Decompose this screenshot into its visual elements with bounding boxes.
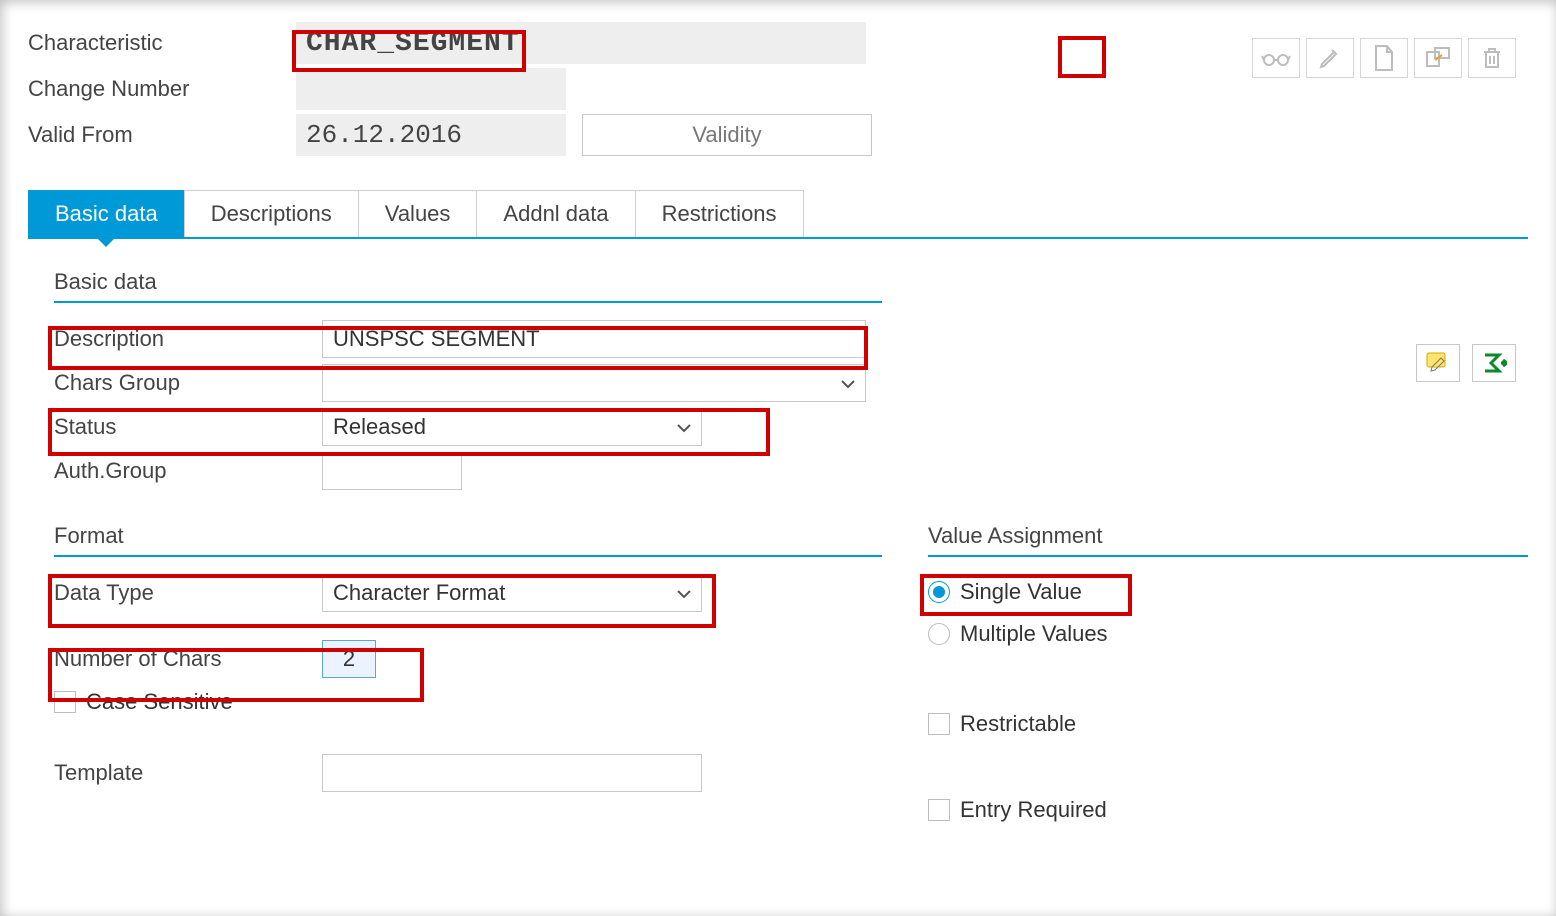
create-button[interactable] [1360, 38, 1408, 78]
field-valid-from[interactable] [296, 114, 566, 156]
panel-title-basic-data: Basic data [28, 269, 908, 295]
field-auth-group[interactable] [322, 452, 462, 490]
row-multiple-values: Multiple Values [928, 613, 1528, 655]
label-chars-group: Chars Group [54, 370, 322, 396]
sap-characteristic-screen: Characteristic Change Number Valid From … [0, 0, 1556, 916]
tab-restrictions[interactable]: Restrictions [635, 190, 804, 237]
field-data-type[interactable] [322, 574, 702, 612]
label-multiple-values: Multiple Values [960, 621, 1108, 647]
row-single-value: Single Value [928, 571, 1528, 613]
tab-basic-data[interactable]: Basic data [28, 190, 185, 237]
label-number-of-chars: Number of Chars [54, 646, 322, 672]
lower-columns: Format Data Type Number of Chars Case Se… [28, 523, 1528, 831]
object-icon [1425, 46, 1451, 70]
edit-button[interactable] [1306, 38, 1354, 78]
delete-button[interactable] [1468, 38, 1516, 78]
label-auth-group: Auth.Group [54, 458, 322, 484]
divider [54, 301, 882, 303]
field-chars-group[interactable] [322, 364, 866, 402]
field-change-number[interactable] [296, 68, 566, 110]
tab-strip: Basic data Descriptions Values Addnl dat… [28, 190, 1528, 239]
trash-icon [1481, 46, 1503, 70]
radio-single-value[interactable] [928, 581, 950, 603]
select-status[interactable] [322, 408, 702, 446]
toolbar [1252, 38, 1516, 78]
label-data-type: Data Type [54, 580, 322, 606]
select-data-type[interactable] [322, 574, 702, 612]
panel-value-assignment: Value Assignment Single Value Multiple V… [908, 523, 1528, 831]
panel-title-format: Format [28, 523, 908, 549]
tab-descriptions[interactable]: Descriptions [184, 190, 359, 237]
label-case-sensitive: Case Sensitive [86, 689, 233, 715]
select-chars-group[interactable] [322, 364, 866, 402]
tab-addnl-data[interactable]: Addnl data [476, 190, 635, 237]
checkbox-restrictable[interactable] [928, 713, 950, 735]
sigma-arrow-icon [1481, 351, 1507, 375]
other-object-button[interactable] [1414, 38, 1462, 78]
row-entry-required: Entry Required [928, 789, 1528, 831]
side-actions [1416, 344, 1516, 382]
panel-title-value-assignment: Value Assignment [928, 523, 1528, 549]
row-valid-from: Valid From Validity [28, 112, 1528, 158]
label-status: Status [54, 414, 322, 440]
row-case-sensitive: Case Sensitive [28, 681, 908, 723]
tab-values[interactable]: Values [358, 190, 478, 237]
note-pencil-icon [1425, 351, 1451, 375]
field-number-of-chars[interactable] [322, 640, 376, 678]
label-restrictable: Restrictable [960, 711, 1076, 737]
panel-basic-data: Basic data Description Chars Group Statu… [28, 263, 908, 505]
field-template[interactable] [322, 754, 702, 792]
label-description: Description [54, 326, 322, 352]
display-button[interactable] [1252, 38, 1300, 78]
long-text-button[interactable] [1416, 344, 1460, 382]
radio-multiple-values[interactable] [928, 623, 950, 645]
label-change-number: Change Number [28, 76, 296, 102]
row-restrictable: Restrictable [928, 703, 1528, 745]
divider [928, 555, 1528, 557]
glasses-icon [1261, 48, 1291, 68]
label-entry-required: Entry Required [960, 797, 1107, 823]
row-template: Template [28, 751, 908, 795]
label-valid-from: Valid From [28, 122, 296, 148]
dependencies-button[interactable] [1472, 344, 1516, 382]
row-status: Status [28, 405, 908, 449]
checkbox-entry-required[interactable] [928, 799, 950, 821]
pencil-icon [1318, 46, 1342, 70]
row-data-type: Data Type [28, 571, 908, 615]
label-single-value: Single Value [960, 579, 1082, 605]
panel-format: Format Data Type Number of Chars Case Se… [28, 523, 908, 831]
divider [54, 555, 882, 557]
label-characteristic: Characteristic [28, 30, 296, 56]
checkbox-case-sensitive[interactable] [54, 691, 76, 713]
field-status[interactable] [322, 408, 702, 446]
row-number-of-chars: Number of Chars [28, 637, 908, 681]
label-template: Template [54, 760, 322, 786]
row-chars-group: Chars Group [28, 361, 908, 405]
row-auth-group: Auth.Group [28, 449, 908, 493]
field-description[interactable] [322, 320, 866, 358]
row-description: Description [28, 317, 908, 361]
validity-button[interactable]: Validity [582, 114, 872, 156]
field-characteristic[interactable] [296, 22, 866, 64]
new-page-icon [1372, 44, 1396, 72]
